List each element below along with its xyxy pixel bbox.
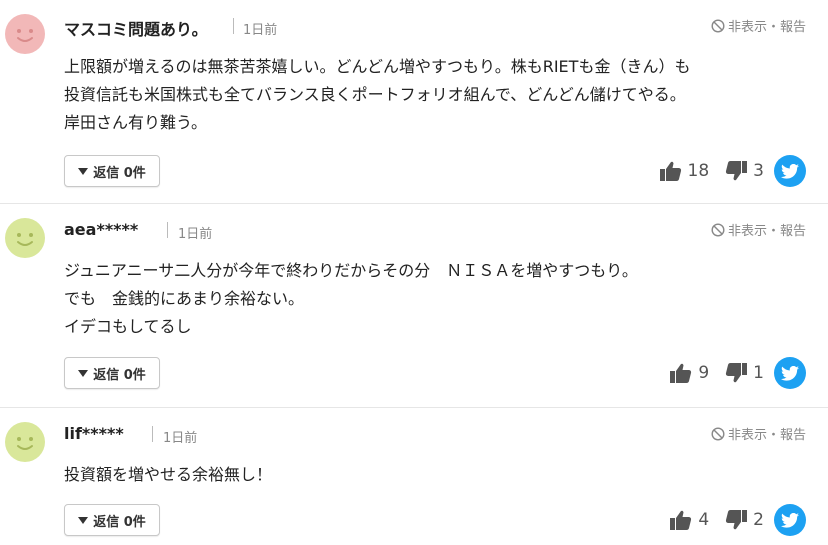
reply-label: 返信 0件 [93, 514, 146, 530]
like-count: 9 [698, 363, 710, 383]
twitter-share-button[interactable] [774, 357, 806, 389]
like-button[interactable]: 18 [659, 161, 710, 181]
avatar [5, 14, 45, 54]
face-icon [5, 14, 45, 54]
comment-line: 上限額が増えるのは無茶苦茶嬉しい。どんどん増やすつもり。株もRIETも金（きん）… [64, 57, 691, 76]
comment-line: 岸田さん有り難う。 [64, 113, 208, 132]
twitter-bird-icon [781, 512, 799, 528]
avatar [5, 422, 45, 462]
face-icon [5, 218, 45, 258]
comment-actions: 18 3 [659, 155, 806, 187]
comment-author[interactable]: lif***** [64, 424, 124, 443]
comment-line: イデコもしてるし [64, 317, 192, 336]
comment-item: lif***** 1日前 非表示・報告 投資額を増やせる余裕無し！ 返信 0件 … [0, 408, 828, 545]
avatar [5, 218, 45, 258]
thumbs-up-icon [659, 161, 681, 181]
comment-item: マスコミ問題あり。 1日前 非表示・報告 上限額が増えるのは無茶苦茶嬉しい。どん… [0, 0, 828, 204]
comment-actions: 4 2 [670, 504, 806, 536]
caret-down-icon [78, 516, 89, 524]
comment-time: 1日前 [163, 431, 198, 446]
thumbs-up-icon [670, 363, 692, 383]
reply-label: 返信 0件 [93, 367, 146, 383]
caret-down-icon [78, 167, 89, 175]
comment-item: aea***** 1日前 非表示・報告 ジュニアニーサ二人分が今年で終わりだから… [0, 204, 828, 408]
comment-body: 上限額が増えるのは無茶苦茶嬉しい。どんどん増やすつもり。株もRIETも金（きん）… [64, 53, 690, 137]
dislike-button[interactable]: 3 [725, 161, 764, 181]
hide-report-label: 非表示・報告 [727, 20, 806, 35]
like-button[interactable]: 9 [670, 363, 709, 383]
dislike-button[interactable]: 1 [725, 363, 764, 383]
caret-down-icon [78, 369, 89, 377]
block-icon [711, 18, 725, 33]
hide-report-label: 非表示・報告 [727, 428, 806, 443]
comment-line: ジュニアニーサ二人分が今年で終わりだからその分 ＮＩＳＡを増やすつもり。 [64, 261, 638, 280]
comment-body: 投資額を増やせる余裕無し！ [64, 461, 272, 489]
reply-button[interactable]: 返信 0件 [64, 504, 160, 536]
twitter-share-button[interactable] [774, 155, 806, 187]
comment-body: ジュニアニーサ二人分が今年で終わりだからその分 ＮＩＳＡを増やすつもり。 でも … [64, 257, 638, 341]
comment-time: 1日前 [178, 227, 213, 242]
comment-author[interactable]: マスコミ問題あり。 [64, 16, 208, 40]
hide-report-label: 非表示・報告 [727, 224, 806, 239]
thumbs-down-icon [726, 510, 748, 530]
comment-line: 投資額を増やせる余裕無し！ [64, 465, 273, 484]
reply-button[interactable]: 返信 0件 [64, 357, 160, 389]
hide-report-link[interactable]: 非表示・報告 [711, 220, 806, 239]
like-count: 4 [698, 510, 710, 530]
like-count: 18 [687, 161, 710, 181]
comment-line: でも 金銭的にあまり余裕ない。 [64, 289, 305, 308]
reply-button[interactable]: 返信 0件 [64, 155, 160, 187]
dislike-count: 2 [753, 510, 764, 530]
comment-time: 1日前 [243, 23, 278, 38]
comment-actions: 9 1 [670, 357, 806, 389]
twitter-bird-icon [781, 365, 799, 381]
thumbs-down-icon [726, 161, 748, 181]
dislike-button[interactable]: 2 [725, 510, 764, 530]
block-icon [711, 426, 725, 441]
hide-report-link[interactable]: 非表示・報告 [711, 424, 806, 443]
like-button[interactable]: 4 [670, 510, 709, 530]
reply-label: 返信 0件 [93, 165, 146, 181]
face-icon [5, 422, 45, 462]
block-icon [711, 222, 725, 237]
twitter-share-button[interactable] [774, 504, 806, 536]
dislike-count: 1 [753, 363, 764, 383]
thumbs-down-icon [726, 363, 748, 383]
comment-author[interactable]: aea***** [64, 220, 138, 239]
hide-report-link[interactable]: 非表示・報告 [711, 16, 806, 35]
thumbs-up-icon [670, 510, 692, 530]
twitter-bird-icon [781, 163, 799, 179]
divider [233, 18, 234, 34]
comment-line: 投資信託も米国株式も全てバランス良くポートフォリオ組んで、どんどん儲けてやる。 [64, 85, 686, 104]
dislike-count: 3 [753, 161, 764, 181]
divider [167, 222, 168, 238]
divider [152, 426, 153, 442]
